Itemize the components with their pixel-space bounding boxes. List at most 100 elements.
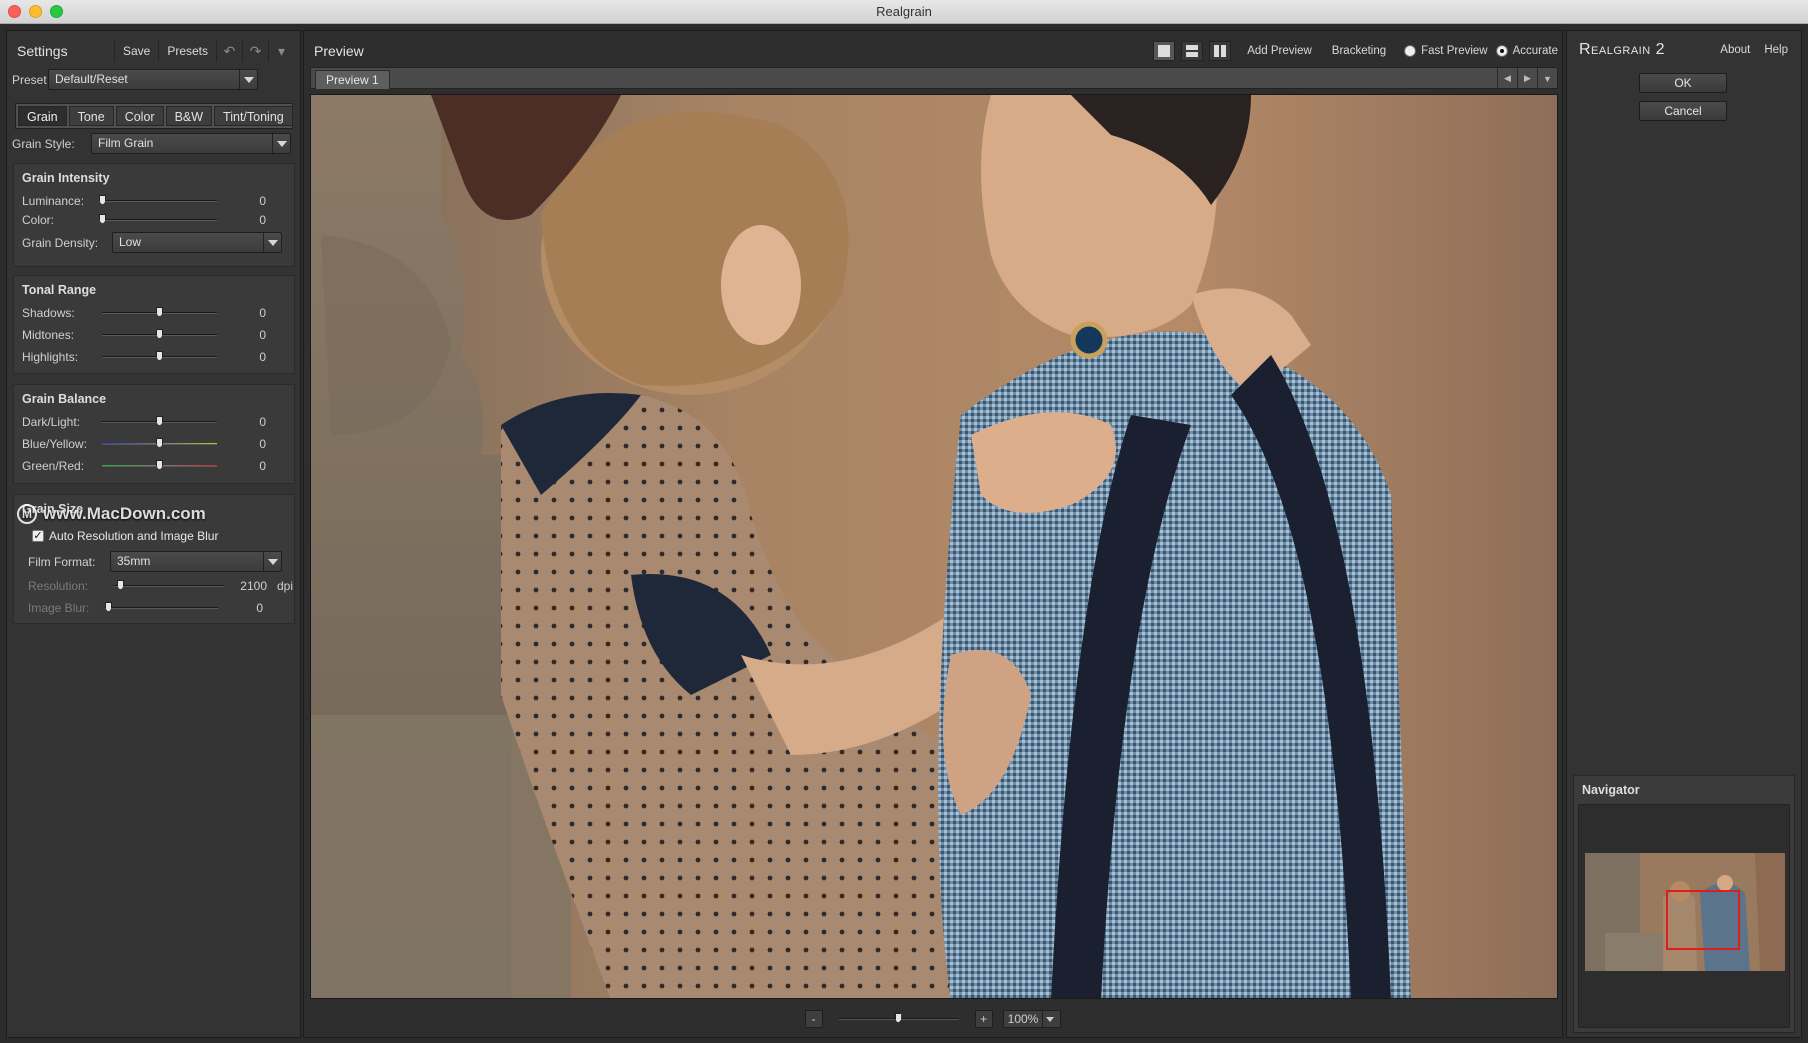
help-button[interactable]: Help <box>1757 44 1795 56</box>
film-format-label: Film Format: <box>28 554 96 569</box>
navigator-thumbnail[interactable] <box>1585 853 1785 971</box>
accurate-label: Accurate <box>1512 45 1558 57</box>
grain-style-row: Grain Style: Film Grain <box>12 133 298 154</box>
single-view-button[interactable] <box>1153 41 1176 61</box>
split-vertical-button[interactable] <box>1209 41 1232 61</box>
grain-intensity-group: Grain Intensity Luminance: 0 Color: 0 Gr… <box>13 163 295 267</box>
tonal-range-group: Tonal Range Shadows: 0 Midtones: 0 Highl… <box>13 275 295 374</box>
auto-resolution-row: ✓ Auto Resolution and Image Blur <box>32 529 218 543</box>
auto-resolution-checkbox[interactable]: ✓ <box>32 530 44 542</box>
blue-yellow-label: Blue/Yellow: <box>22 437 87 451</box>
chevron-down-icon[interactable]: ▼ <box>1537 68 1557 89</box>
blue-yellow-value: 0 <box>259 437 266 451</box>
tab-bw[interactable]: B&W <box>165 106 213 126</box>
blue-yellow-slider-row: Blue/Yellow: 0 <box>22 435 282 453</box>
color-slider[interactable] <box>99 214 217 224</box>
color-value: 0 <box>259 213 266 227</box>
dark-light-slider-row: Dark/Light: 0 <box>22 413 282 431</box>
highlights-slider-row: Highlights: 0 <box>22 348 282 366</box>
image-blur-label: Image Blur: <box>28 601 90 615</box>
minimize-window-button[interactable] <box>29 5 42 18</box>
watermark-text: www.MacDown.com <box>43 504 206 523</box>
highlights-slider[interactable] <box>102 351 217 361</box>
cancel-button[interactable]: Cancel <box>1639 101 1727 121</box>
green-red-slider-row: Green/Red: 0 <box>22 457 282 475</box>
preset-select[interactable]: Default/Reset <box>48 69 258 90</box>
preview-header: Preview Add Preview Bracketing Fast Prev… <box>314 38 1558 64</box>
chevron-down-icon <box>272 134 290 153</box>
slider-thumb[interactable] <box>156 416 163 426</box>
right-panel: Realgrain 2 About Help OK Cancel Navigat… <box>1566 30 1802 1038</box>
chevron-down-icon <box>263 552 281 571</box>
fast-preview-radio[interactable]: Fast Preview <box>1404 45 1488 57</box>
bracketing-button[interactable]: Bracketing <box>1322 45 1396 57</box>
color-slider-row: Color: 0 <box>22 211 282 229</box>
tab-tone[interactable]: Tone <box>68 106 114 126</box>
blue-yellow-slider[interactable] <box>102 438 217 448</box>
preset-label: Preset <box>12 72 47 87</box>
slider-thumb[interactable] <box>117 580 124 590</box>
settings-title: Settings <box>17 43 68 59</box>
grain-density-select[interactable]: Low <box>112 232 282 253</box>
tab-color[interactable]: Color <box>115 106 164 126</box>
radio-selected-icon <box>1495 45 1508 57</box>
slider-thumb[interactable] <box>894 1013 902 1023</box>
resolution-slider[interactable] <box>114 580 224 590</box>
shadows-slider[interactable] <box>102 307 217 317</box>
tab-preview-1[interactable]: Preview 1 <box>315 70 390 89</box>
add-preview-button[interactable]: Add Preview <box>1237 45 1322 57</box>
redo-icon[interactable]: ↷ <box>242 40 268 62</box>
group-title: Grain Intensity <box>22 171 110 185</box>
ok-button[interactable]: OK <box>1639 73 1727 93</box>
chevron-left-icon[interactable]: ◀ <box>1497 68 1517 89</box>
navigator-title: Navigator <box>1582 783 1640 797</box>
slider-thumb[interactable] <box>156 307 163 317</box>
zoom-level-value: 100% <box>1007 1012 1039 1026</box>
luminance-value: 0 <box>259 194 266 208</box>
slider-thumb[interactable] <box>156 438 163 448</box>
photo-illustration <box>311 95 1557 998</box>
green-red-label: Green/Red: <box>22 459 85 473</box>
radio-icon <box>1404 45 1417 57</box>
save-button[interactable]: Save <box>113 40 158 62</box>
tab-grain[interactable]: Grain <box>18 106 67 126</box>
menu-dropdown-icon[interactable]: ▾ <box>268 40 294 62</box>
tab-tint-toning[interactable]: Tint/Toning <box>214 106 293 126</box>
window-title: Realgrain <box>876 4 932 19</box>
about-button[interactable]: About <box>1713 44 1757 56</box>
grain-density-label: Grain Density: <box>22 235 99 250</box>
close-window-button[interactable] <box>8 5 21 18</box>
chevron-down-icon <box>239 70 257 89</box>
group-title: Grain Balance <box>22 392 107 406</box>
slider-thumb[interactable] <box>156 329 163 339</box>
split-vertical-icon <box>1214 45 1227 57</box>
shadows-value: 0 <box>259 306 266 320</box>
navigator-area <box>1578 804 1790 1028</box>
resolution-label: Resolution: <box>28 579 89 593</box>
split-horizontal-button[interactable] <box>1181 41 1204 61</box>
zoom-level-select[interactable]: 100% <box>1002 1010 1062 1028</box>
green-red-value: 0 <box>259 459 266 473</box>
grain-style-select[interactable]: Film Grain <box>91 133 291 154</box>
maximize-window-button[interactable] <box>50 5 63 18</box>
navigator-panel: Navigator <box>1573 775 1795 1033</box>
preview-image[interactable] <box>310 94 1558 999</box>
undo-icon[interactable]: ↶ <box>216 40 242 62</box>
film-format-select[interactable]: 35mm <box>110 551 282 572</box>
zoom-out-button[interactable]: - <box>804 1010 823 1028</box>
green-red-slider[interactable] <box>102 460 217 470</box>
slider-thumb[interactable] <box>156 351 163 361</box>
luminance-slider[interactable] <box>99 195 217 205</box>
dark-light-slider[interactable] <box>102 416 217 426</box>
resolution-slider-row: Resolution: 2100 dpi <box>28 577 293 595</box>
zoom-in-button[interactable]: + <box>974 1010 993 1028</box>
image-blur-slider[interactable] <box>105 602 218 612</box>
midtones-slider[interactable] <box>102 329 217 339</box>
slider-thumb[interactable] <box>156 460 163 470</box>
presets-button[interactable]: Presets <box>158 40 216 62</box>
midtones-value: 0 <box>259 328 266 342</box>
accurate-radio[interactable]: Accurate <box>1495 45 1558 57</box>
settings-header: Settings Save Presets ↶ ↷ ▾ <box>17 38 294 64</box>
zoom-slider[interactable] <box>838 1013 959 1023</box>
chevron-right-icon[interactable]: ▶ <box>1517 68 1537 89</box>
